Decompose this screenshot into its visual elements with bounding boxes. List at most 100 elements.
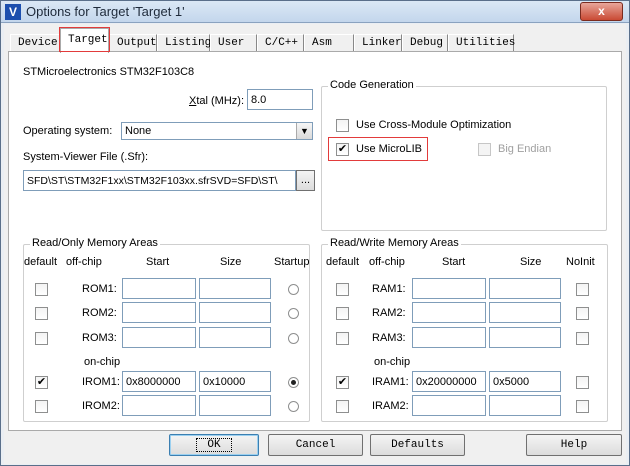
iram2-default-checkbox[interactable]	[336, 400, 349, 413]
ram2-label: RAM2:	[372, 307, 406, 319]
irom2-startup-radio[interactable]	[288, 401, 299, 412]
iram1-size-input[interactable]	[489, 371, 561, 392]
rom2-default-checkbox[interactable]	[35, 307, 48, 320]
rom1-label: ROM1:	[82, 283, 117, 295]
ram1-label: RAM1:	[372, 283, 406, 295]
rom3-default-checkbox[interactable]	[35, 332, 48, 345]
tab-listing[interactable]: Listing	[157, 34, 211, 52]
rom-header-size: Size	[220, 256, 242, 268]
tab-linker[interactable]: Linker	[354, 34, 402, 52]
rom-group-title: Read/Only Memory Areas	[30, 237, 160, 249]
iram1-label: IRAM1:	[372, 376, 409, 388]
ram-onchip-label: on-chip	[374, 356, 411, 368]
irom1-label: IROM1:	[82, 376, 120, 388]
ram3-start-input[interactable]	[412, 327, 486, 348]
ram-header-noinit: NoInit	[566, 256, 595, 268]
irom1-startup-radio[interactable]	[288, 377, 299, 388]
ram3-noinit-checkbox[interactable]	[576, 332, 589, 345]
cancel-button[interactable]: Cancel	[268, 434, 363, 456]
iram2-label: IRAM2:	[372, 400, 409, 412]
rom3-size-input[interactable]	[199, 327, 271, 348]
tab-debug[interactable]: Debug	[402, 34, 448, 52]
ram2-default-checkbox[interactable]	[336, 307, 349, 320]
keil-app-icon: V	[5, 4, 21, 20]
tab-device[interactable]: Device	[10, 34, 60, 52]
iram2-noinit-checkbox[interactable]	[576, 400, 589, 413]
code-generation-group: Code Generation Use Cross-Module Optimiz…	[321, 79, 607, 231]
tab-output[interactable]: Output	[109, 34, 157, 52]
ram3-label: RAM3:	[372, 332, 406, 344]
ram1-size-input[interactable]	[489, 278, 561, 299]
rom2-label: ROM2:	[82, 307, 117, 319]
rom-onchip-label: on-chip	[84, 356, 121, 368]
tab-asm[interactable]: Asm	[304, 34, 354, 52]
rom1-startup-radio[interactable]	[288, 284, 299, 295]
irom2-label: IROM2:	[82, 400, 120, 412]
rom1-start-input[interactable]	[122, 278, 196, 299]
ram1-default-checkbox[interactable]	[336, 283, 349, 296]
ok-button-label: OK	[196, 438, 232, 452]
defaults-button[interactable]: Defaults	[370, 434, 465, 456]
sfr-input[interactable]	[23, 170, 296, 191]
iram2-start-input[interactable]	[412, 395, 486, 416]
target-panel: STMicroelectronics STM32F103C8 Xtal (MHz…	[8, 51, 622, 431]
ram-group: Read/Write Memory Areas default off-chip…	[321, 237, 608, 422]
irom2-default-checkbox[interactable]	[35, 400, 48, 413]
tab-utilities[interactable]: Utilities	[448, 34, 515, 52]
ram3-size-input[interactable]	[489, 327, 561, 348]
cross-module-checkbox[interactable]	[336, 119, 349, 132]
sfr-browse-button[interactable]: ...	[296, 170, 315, 191]
xtal-label: Xtal (MHz):	[189, 95, 244, 107]
iram1-default-checkbox[interactable]: ✔	[336, 376, 349, 389]
irom1-start-input[interactable]	[122, 371, 196, 392]
microlib-checkbox[interactable]: ✔	[336, 143, 349, 156]
ram2-size-input[interactable]	[489, 302, 561, 323]
rom3-start-input[interactable]	[122, 327, 196, 348]
xtal-label-text: tal (MHz):	[196, 95, 245, 107]
close-button[interactable]: x	[580, 2, 623, 21]
ram2-noinit-checkbox[interactable]	[576, 307, 589, 320]
irom1-size-input[interactable]	[199, 371, 271, 392]
options-dialog: V Options for Target 'Target 1' x Device…	[0, 0, 630, 466]
ram3-default-checkbox[interactable]	[336, 332, 349, 345]
rom3-label: ROM3:	[82, 332, 117, 344]
ram-header-size: Size	[520, 256, 542, 268]
ok-button[interactable]: OK	[169, 434, 259, 456]
code-generation-title: Code Generation	[328, 79, 416, 91]
ram2-start-input[interactable]	[412, 302, 486, 323]
rom2-startup-radio[interactable]	[288, 308, 299, 319]
rom1-size-input[interactable]	[199, 278, 271, 299]
xtal-input[interactable]	[247, 89, 313, 110]
tab-user[interactable]: User	[210, 34, 257, 52]
tab-c-cpp[interactable]: C/C++	[257, 34, 304, 52]
ram-header-default: default	[326, 256, 360, 268]
ram1-noinit-checkbox[interactable]	[576, 283, 589, 296]
sfr-label: System-Viewer File (.Sfr):	[23, 151, 149, 163]
rom2-size-input[interactable]	[199, 302, 271, 323]
iram2-size-input[interactable]	[489, 395, 561, 416]
rom-header-default: default	[24, 256, 58, 268]
rom-header-offchip: off-chip	[66, 256, 102, 268]
iram1-start-input[interactable]	[412, 371, 486, 392]
microlib-label: Use MicroLIB	[356, 143, 423, 155]
irom1-default-checkbox[interactable]: ✔	[35, 376, 48, 389]
ram-header-offchip: off-chip	[369, 256, 405, 268]
rom1-default-checkbox[interactable]	[35, 283, 48, 296]
chevron-down-icon[interactable]: ▼	[296, 123, 312, 139]
irom2-start-input[interactable]	[122, 395, 196, 416]
big-endian-checkbox[interactable]	[478, 143, 491, 156]
rom2-start-input[interactable]	[122, 302, 196, 323]
os-select[interactable]: None ▼	[121, 122, 313, 140]
help-button[interactable]: Help	[526, 434, 622, 456]
iram1-noinit-checkbox[interactable]	[576, 376, 589, 389]
cross-module-label: Use Cross-Module Optimization	[356, 119, 512, 131]
ram-group-title: Read/Write Memory Areas	[328, 237, 461, 249]
rom3-startup-radio[interactable]	[288, 333, 299, 344]
ram1-start-input[interactable]	[412, 278, 486, 299]
tab-strip: Device Target Output Listing User C/C++ …	[4, 24, 626, 53]
irom2-size-input[interactable]	[199, 395, 271, 416]
tab-target[interactable]: Target	[60, 28, 109, 53]
title-bar[interactable]: V Options for Target 'Target 1' x	[1, 1, 629, 23]
big-endian-label: Big Endian	[498, 143, 552, 155]
os-label: Operating system:	[23, 125, 113, 137]
